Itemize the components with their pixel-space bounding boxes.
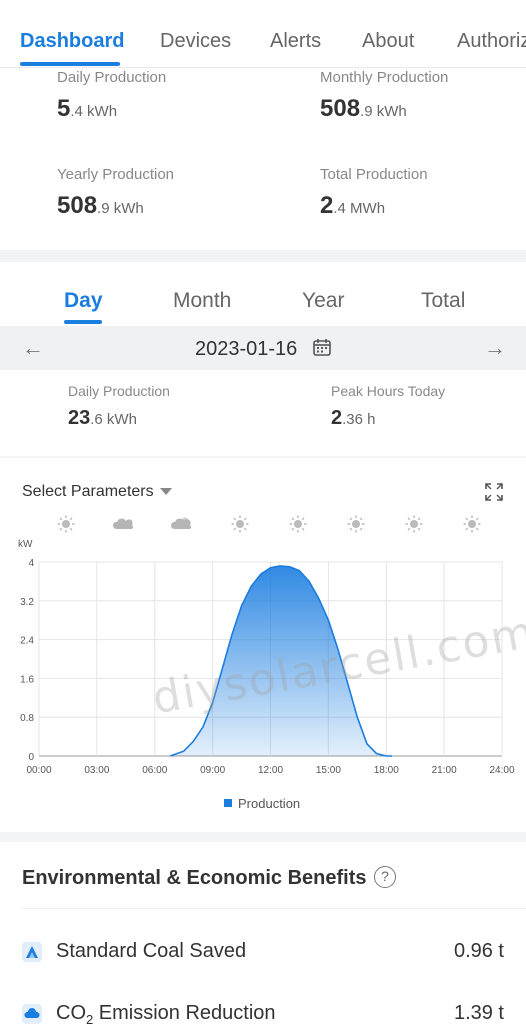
x-tick-label: 24:00	[489, 765, 514, 776]
caret-down-icon	[159, 488, 172, 496]
cloud-icon	[22, 1004, 42, 1024]
stat-value-main: 508	[57, 192, 98, 219]
x-tick-label: 12:00	[258, 765, 283, 776]
next-date-arrow-icon[interactable]: →	[484, 335, 506, 361]
stat-value: 508.9 kWh	[57, 192, 174, 220]
stat-value-unit: .9 kWh	[360, 103, 407, 120]
x-tick-label: 15:00	[316, 765, 341, 776]
stat-value: 508.9 kWh	[320, 95, 448, 123]
x-tick-label: 18:00	[374, 765, 399, 776]
sun-icon	[231, 515, 249, 533]
stat-value-main: 2	[320, 192, 334, 219]
sun-icon	[405, 515, 423, 533]
previous-date-arrow-icon[interactable]: ←	[22, 335, 44, 361]
stat-label: Peak Hours Today	[331, 383, 446, 399]
stat-label: Daily Production	[57, 69, 167, 86]
tab-authorization[interactable]: Authoriz	[457, 30, 526, 53]
stat-label: Monthly Production	[320, 69, 449, 86]
tab-about[interactable]: About	[362, 30, 414, 53]
stat-value-main: 508	[320, 95, 361, 122]
x-tick-label: 03:00	[84, 765, 109, 776]
period-tab-total[interactable]: Total	[421, 289, 465, 313]
y-tick-label: 0.8	[20, 713, 34, 724]
daily-production-period-stat: Daily Production 23.6 kWh	[68, 383, 170, 430]
cloud-icon	[112, 518, 133, 529]
y-axis-label: kW	[18, 539, 33, 550]
x-tick-label: 21:00	[432, 765, 457, 776]
yearly-production-stat: Yearly Production 508.9 kWh	[57, 166, 174, 220]
tab-alerts[interactable]: Alerts	[270, 30, 321, 53]
sun-icon	[347, 515, 365, 533]
y-tick-label: 0	[28, 752, 34, 763]
x-tick-label: 06:00	[142, 765, 167, 776]
selected-date[interactable]: 2023-01-16	[195, 338, 297, 361]
stat-value-unit: .36 h	[342, 411, 376, 428]
period-tab-month[interactable]: Month	[173, 289, 231, 313]
stat-value: 2.36 h	[331, 407, 445, 430]
stat-value-unit: .9 kWh	[97, 200, 144, 217]
daily-production-stat: Daily Production 5.4 kWh	[57, 69, 166, 123]
period-tab-year[interactable]: Year	[302, 289, 344, 313]
benefit-label: Standard Coal Saved	[56, 940, 247, 962]
period-tab-day[interactable]: Day	[64, 289, 103, 313]
stat-label: Total Production	[320, 166, 428, 183]
stat-value: 23.6 kWh	[68, 407, 170, 430]
stat-value: 5.4 kWh	[57, 95, 166, 123]
y-tick-label: 3.2	[20, 597, 34, 608]
production-chart: kW 0 0.8 1.6 2.4 3.2 4 00:00 03:00 06:00 09:00 12:0…	[18, 515, 515, 776]
stat-value-main: 5	[57, 95, 71, 122]
sun-icon	[57, 515, 75, 533]
stat-value-unit: .4 kWh	[70, 103, 118, 120]
date-selector: ← 2023-01-16 →	[0, 326, 526, 370]
active-tab-indicator	[20, 62, 120, 66]
stat-value-unit: .6 kWh	[90, 411, 137, 428]
stat-value-main: 23	[68, 407, 91, 429]
legend-swatch	[224, 799, 232, 807]
select-parameters-dropdown[interactable]: Select Parameters	[22, 483, 172, 501]
divider	[22, 908, 526, 909]
fullscreen-icon[interactable]	[484, 482, 504, 502]
y-tick-label: 2.4	[20, 636, 34, 647]
benefits-card: Environmental & Economic Benefits ? Stan…	[0, 842, 526, 1024]
top-navigation: Dashboard Devices Alerts About Authoriz	[0, 0, 526, 68]
select-parameters-label: Select Parameters	[22, 483, 154, 500]
monthly-production-stat: Monthly Production 508.9 kWh	[320, 69, 448, 123]
y-tick-label: 1.6	[20, 674, 34, 685]
production-summary-card: Daily Production 5.4 kWh Monthly Product…	[0, 68, 526, 250]
y-tick-label: 4	[28, 558, 34, 569]
chart-legend[interactable]: Production	[224, 796, 300, 811]
sun-icon	[289, 515, 307, 533]
sun-icon	[463, 515, 481, 533]
benefits-title: Environmental & Economic Benefits	[22, 867, 367, 889]
legend-label: Production	[238, 796, 301, 811]
x-tick-label: 09:00	[200, 765, 225, 776]
coal-icon	[22, 942, 42, 962]
tab-devices[interactable]: Devices	[160, 30, 231, 53]
stat-value-main: 2	[331, 407, 343, 429]
benefit-value: 1.39 t	[453, 1002, 504, 1024]
production-chart-card: Select Parameters kW 0 0.8 1.6 2.4 3.2 4 00:00 0…	[0, 458, 526, 832]
calendar-icon[interactable]	[312, 337, 332, 357]
period-tab-indicator	[64, 320, 102, 324]
benefit-value: 0.96 t	[453, 940, 504, 962]
stat-label: Daily Production	[68, 383, 170, 399]
peak-hours-stat: Peak Hours Today 2.36 h	[331, 383, 445, 430]
benefit-label: CO2 Emission Reduction	[56, 1002, 276, 1024]
help-icon[interactable]: ?	[374, 866, 396, 888]
x-tick-label: 00:00	[26, 765, 51, 776]
stat-label: Yearly Production	[57, 166, 175, 183]
stat-value-unit: .4 MWh	[333, 200, 386, 217]
stat-value: 2.4 MWh	[320, 192, 428, 220]
total-production-stat: Total Production 2.4 MWh	[320, 166, 428, 220]
partly-cloudy-icon	[170, 517, 191, 529]
period-card: Day Month Year Total ← 2023-01-16 → Dail…	[0, 262, 526, 456]
tab-dashboard[interactable]: Dashboard	[20, 30, 124, 53]
